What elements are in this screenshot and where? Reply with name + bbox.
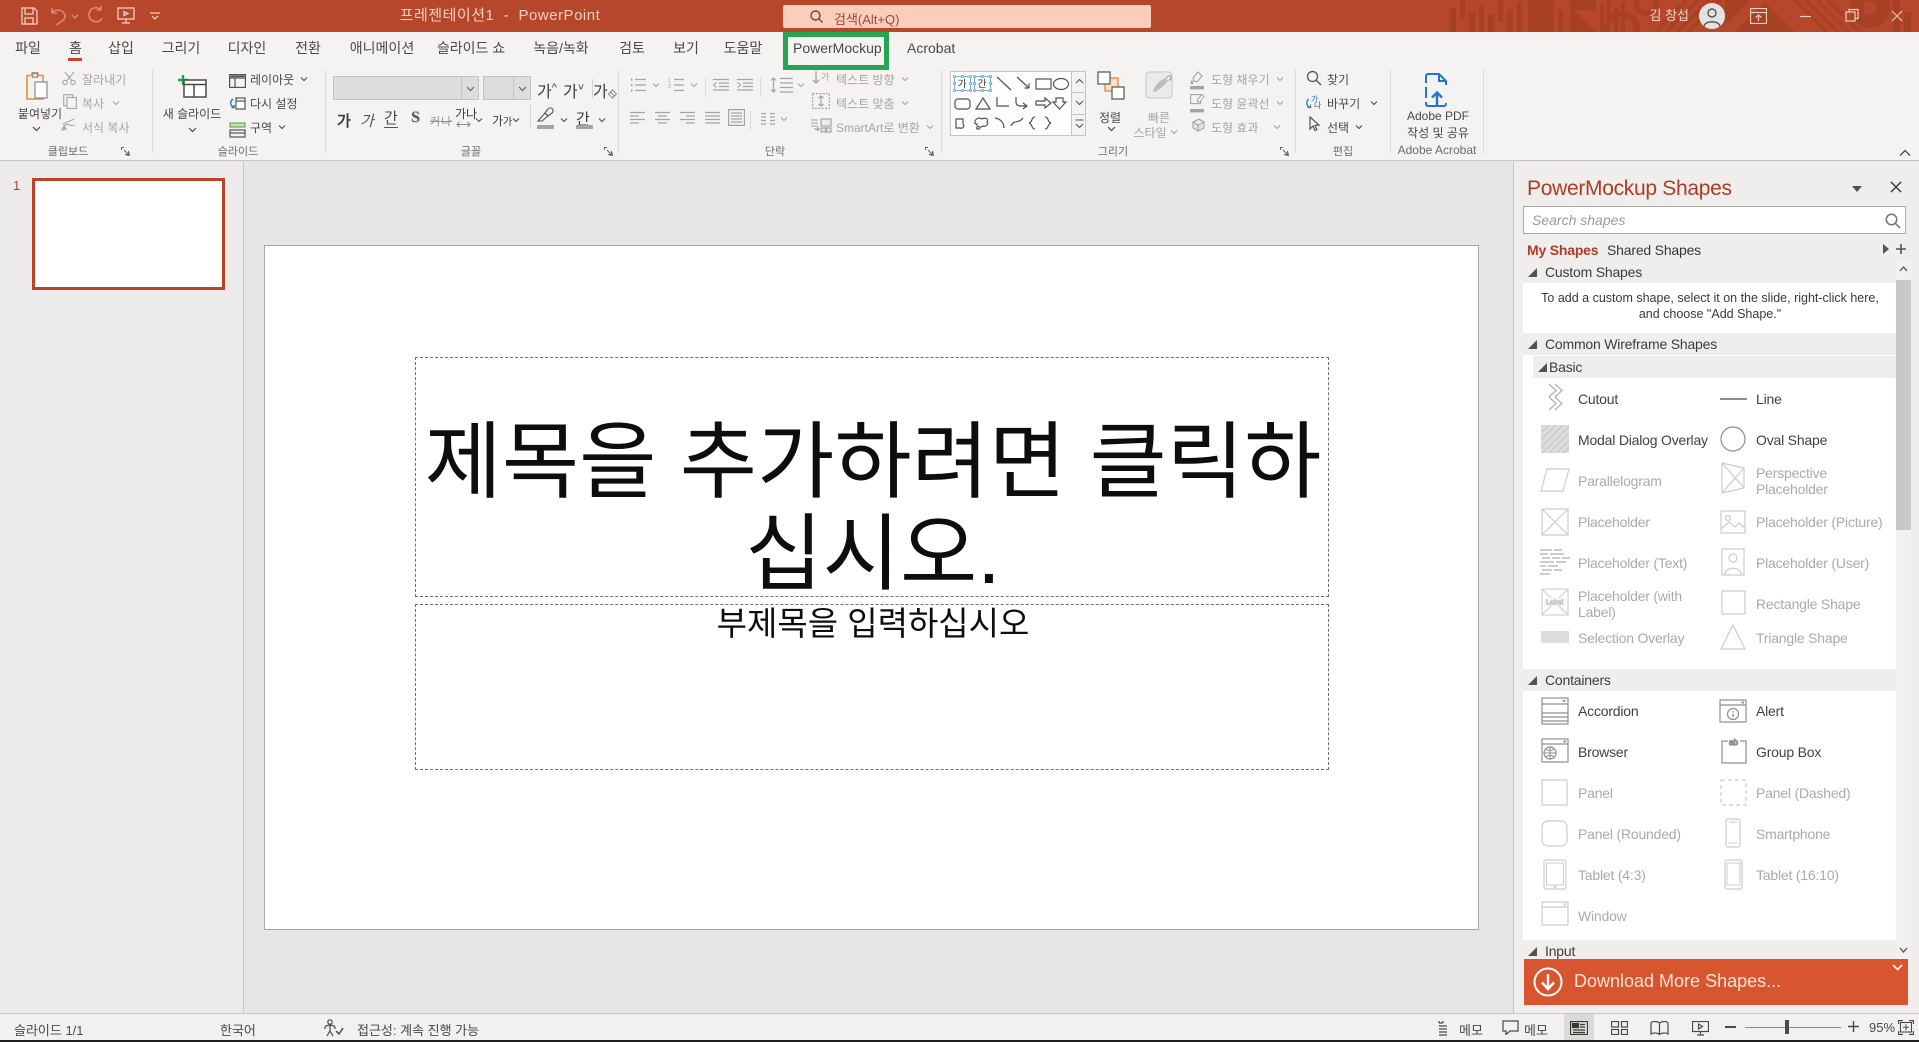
svg-text:Label: Label	[1546, 600, 1564, 607]
svg-text:나: 나	[1314, 100, 1322, 109]
svg-text:간: 간	[978, 76, 987, 91]
svg-text:2: 2	[668, 84, 671, 90]
svg-text:ab: ab	[1729, 738, 1738, 747]
svg-text:가: 가	[958, 76, 967, 91]
svg-text:가: 가	[821, 70, 829, 83]
